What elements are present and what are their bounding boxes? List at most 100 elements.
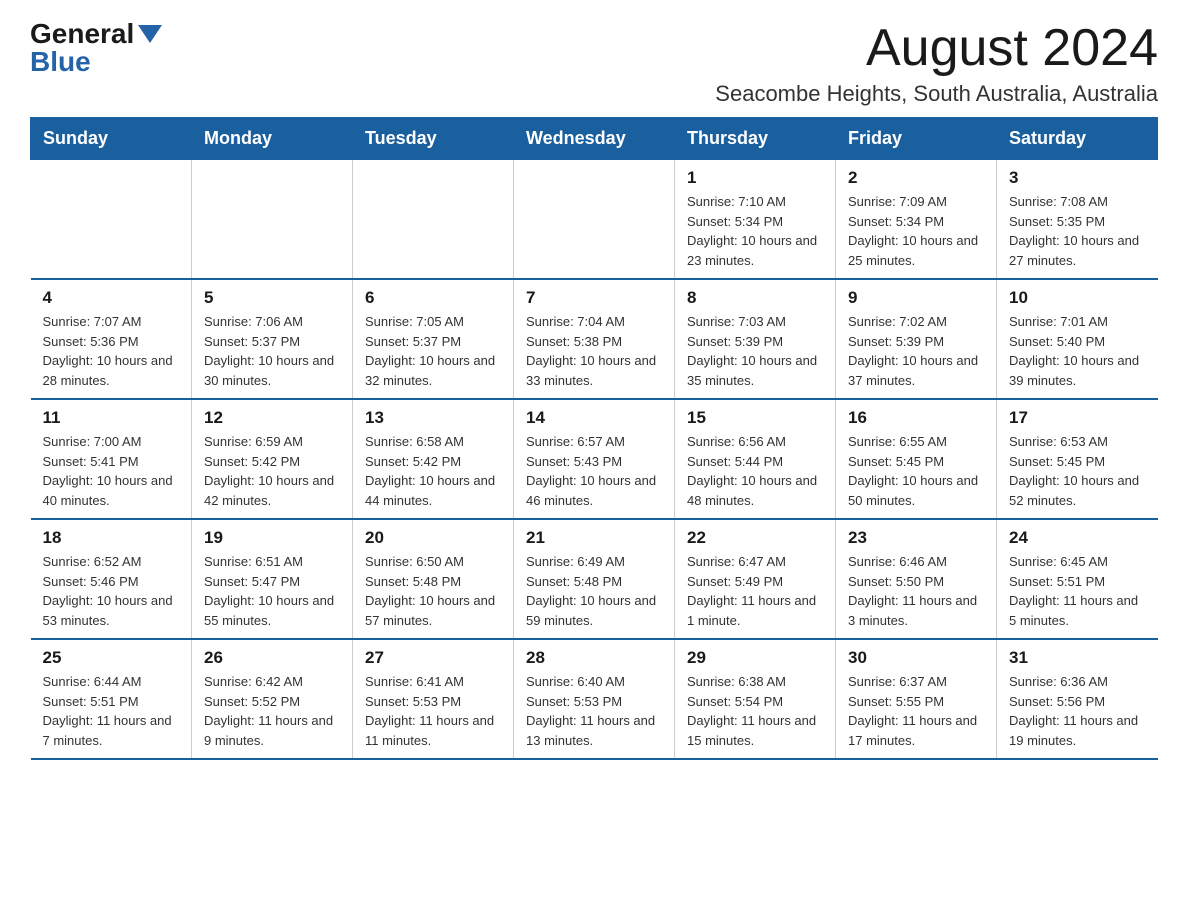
day-info-2: Sunrise: 7:09 AMSunset: 5:34 PMDaylight:… (848, 192, 984, 270)
day-number-25: 25 (43, 648, 180, 668)
day-number-18: 18 (43, 528, 180, 548)
header-wednesday: Wednesday (514, 118, 675, 160)
calendar-cell-w1-d1 (31, 160, 192, 280)
calendar-cell-w3-d4: 14 Sunrise: 6:57 AMSunset: 5:43 PMDayligh… (514, 399, 675, 519)
day-number-12: 12 (204, 408, 340, 428)
day-number-15: 15 (687, 408, 823, 428)
day-number-9: 9 (848, 288, 984, 308)
calendar-cell-w2-d1: 4Sunrise: 7:07 AMSunset: 5:36 PMDaylight… (31, 279, 192, 399)
day-info-16: Sunrise: 6:55 AMSunset: 5:45 PMDaylight:… (848, 432, 984, 510)
header-friday: Friday (836, 118, 997, 160)
calendar-cell-w4-d3: 20Sunrise: 6:50 AMSunset: 5:48 PMDayligh… (353, 519, 514, 639)
day-info-28: Sunrise: 6:40 AMSunset: 5:53 PMDaylight:… (526, 672, 662, 750)
day-number-14: 14 (526, 408, 662, 428)
week-row-3: 11 Sunrise: 7:00 AMSunset: 5:41 PMDayligh… (31, 399, 1158, 519)
days-of-week-row: SundayMondayTuesdayWednesdayThursdayFrid… (31, 118, 1158, 160)
day-info-10: Sunrise: 7:01 AMSunset: 5:40 PMDaylight:… (1009, 312, 1146, 390)
logo-triangle-icon (138, 25, 162, 43)
calendar-cell-w1-d2 (192, 160, 353, 280)
day-number-27: 27 (365, 648, 501, 668)
week-row-4: 18 Sunrise: 6:52 AMSunset: 5:46 PMDayligh… (31, 519, 1158, 639)
week-row-2: 4Sunrise: 7:07 AMSunset: 5:36 PMDaylight… (31, 279, 1158, 399)
day-info-9: Sunrise: 7:02 AMSunset: 5:39 PMDaylight:… (848, 312, 984, 390)
calendar-table: SundayMondayTuesdayWednesdayThursdayFrid… (30, 117, 1158, 760)
day-info-17: Sunrise: 6:53 AMSunset: 5:45 PMDaylight:… (1009, 432, 1146, 510)
day-info-30: Sunrise: 6:37 AMSunset: 5:55 PMDaylight:… (848, 672, 984, 750)
calendar-cell-w4-d2: 19 Sunrise: 6:51 AMSunset: 5:47 PMDayligh… (192, 519, 353, 639)
day-number-11: 11 (43, 408, 180, 428)
day-number-22: 22 (687, 528, 823, 548)
title-area: August 2024 Seacombe Heights, South Aust… (715, 20, 1158, 107)
day-number-13: 13 (365, 408, 501, 428)
calendar-cell-w5-d6: 30 Sunrise: 6:37 AMSunset: 5:55 PMDayligh… (836, 639, 997, 759)
header-tuesday: Tuesday (353, 118, 514, 160)
day-info-14: Sunrise: 6:57 AMSunset: 5:43 PMDaylight:… (526, 432, 662, 510)
day-info-24: Sunrise: 6:45 AMSunset: 5:51 PMDaylight:… (1009, 552, 1146, 630)
week-row-5: 25Sunrise: 6:44 AMSunset: 5:51 PMDayligh… (31, 639, 1158, 759)
day-info-21: Sunrise: 6:49 AMSunset: 5:48 PMDaylight:… (526, 552, 662, 630)
calendar-cell-w3-d7: 17 Sunrise: 6:53 AMSunset: 5:45 PMDayligh… (997, 399, 1158, 519)
calendar-cell-w2-d3: 6 Sunrise: 7:05 AMSunset: 5:37 PMDaylight… (353, 279, 514, 399)
header-monday: Monday (192, 118, 353, 160)
calendar-cell-w2-d7: 10 Sunrise: 7:01 AMSunset: 5:40 PMDayligh… (997, 279, 1158, 399)
day-info-27: Sunrise: 6:41 AMSunset: 5:53 PMDaylight:… (365, 672, 501, 750)
day-info-18: Sunrise: 6:52 AMSunset: 5:46 PMDaylight:… (43, 552, 180, 630)
calendar-cell-w5-d5: 29 Sunrise: 6:38 AMSunset: 5:54 PMDayligh… (675, 639, 836, 759)
day-info-7: Sunrise: 7:04 AMSunset: 5:38 PMDaylight:… (526, 312, 662, 390)
week-row-1: 1 Sunrise: 7:10 AMSunset: 5:34 PMDaylight… (31, 160, 1158, 280)
calendar-cell-w3-d3: 13Sunrise: 6:58 AMSunset: 5:42 PMDayligh… (353, 399, 514, 519)
day-number-28: 28 (526, 648, 662, 668)
calendar-cell-w4-d6: 23 Sunrise: 6:46 AMSunset: 5:50 PMDayligh… (836, 519, 997, 639)
header: General Blue August 2024 Seacombe Height… (30, 20, 1158, 107)
day-number-29: 29 (687, 648, 823, 668)
day-info-8: Sunrise: 7:03 AMSunset: 5:39 PMDaylight:… (687, 312, 823, 390)
day-number-26: 26 (204, 648, 340, 668)
month-title: August 2024 (715, 20, 1158, 77)
logo-general-text: General (30, 20, 134, 48)
day-number-23: 23 (848, 528, 984, 548)
day-number-6: 6 (365, 288, 501, 308)
day-number-2: 2 (848, 168, 984, 188)
day-number-7: 7 (526, 288, 662, 308)
calendar-cell-w5-d1: 25Sunrise: 6:44 AMSunset: 5:51 PMDayligh… (31, 639, 192, 759)
calendar-header: SundayMondayTuesdayWednesdayThursdayFrid… (31, 118, 1158, 160)
calendar-cell-w2-d6: 9 Sunrise: 7:02 AMSunset: 5:39 PMDaylight… (836, 279, 997, 399)
calendar-cell-w2-d4: 7 Sunrise: 7:04 AMSunset: 5:38 PMDaylight… (514, 279, 675, 399)
day-info-29: Sunrise: 6:38 AMSunset: 5:54 PMDaylight:… (687, 672, 823, 750)
calendar-cell-w1-d5: 1 Sunrise: 7:10 AMSunset: 5:34 PMDaylight… (675, 160, 836, 280)
day-info-1: Sunrise: 7:10 AMSunset: 5:34 PMDaylight:… (687, 192, 823, 270)
logo-blue-text: Blue (30, 48, 91, 76)
calendar-cell-w5-d2: 26 Sunrise: 6:42 AMSunset: 5:52 PMDayligh… (192, 639, 353, 759)
calendar-cell-w1-d4 (514, 160, 675, 280)
day-info-15: Sunrise: 6:56 AMSunset: 5:44 PMDaylight:… (687, 432, 823, 510)
day-info-26: Sunrise: 6:42 AMSunset: 5:52 PMDaylight:… (204, 672, 340, 750)
header-thursday: Thursday (675, 118, 836, 160)
calendar-cell-w4-d7: 24 Sunrise: 6:45 AMSunset: 5:51 PMDayligh… (997, 519, 1158, 639)
day-number-10: 10 (1009, 288, 1146, 308)
day-number-1: 1 (687, 168, 823, 188)
day-number-8: 8 (687, 288, 823, 308)
header-saturday: Saturday (997, 118, 1158, 160)
calendar-cell-w1-d3 (353, 160, 514, 280)
day-info-11: Sunrise: 7:00 AMSunset: 5:41 PMDaylight:… (43, 432, 180, 510)
day-number-21: 21 (526, 528, 662, 548)
day-number-16: 16 (848, 408, 984, 428)
day-number-5: 5 (204, 288, 340, 308)
calendar-cell-w1-d7: 3Sunrise: 7:08 AMSunset: 5:35 PMDaylight… (997, 160, 1158, 280)
calendar-cell-w5-d4: 28 Sunrise: 6:40 AMSunset: 5:53 PMDayligh… (514, 639, 675, 759)
day-info-23: Sunrise: 6:46 AMSunset: 5:50 PMDaylight:… (848, 552, 984, 630)
day-number-19: 19 (204, 528, 340, 548)
calendar-cell-w5-d3: 27 Sunrise: 6:41 AMSunset: 5:53 PMDayligh… (353, 639, 514, 759)
day-number-17: 17 (1009, 408, 1146, 428)
calendar-cell-w1-d6: 2 Sunrise: 7:09 AMSunset: 5:34 PMDaylight… (836, 160, 997, 280)
day-info-19: Sunrise: 6:51 AMSunset: 5:47 PMDaylight:… (204, 552, 340, 630)
location-subtitle: Seacombe Heights, South Australia, Austr… (715, 81, 1158, 107)
day-info-31: Sunrise: 6:36 AMSunset: 5:56 PMDaylight:… (1009, 672, 1146, 750)
calendar-cell-w4-d5: 22Sunrise: 6:47 AMSunset: 5:49 PMDayligh… (675, 519, 836, 639)
day-number-30: 30 (848, 648, 984, 668)
day-info-5: Sunrise: 7:06 AMSunset: 5:37 PMDaylight:… (204, 312, 340, 390)
day-number-24: 24 (1009, 528, 1146, 548)
day-info-6: Sunrise: 7:05 AMSunset: 5:37 PMDaylight:… (365, 312, 501, 390)
day-info-20: Sunrise: 6:50 AMSunset: 5:48 PMDaylight:… (365, 552, 501, 630)
calendar-cell-w4-d4: 21 Sunrise: 6:49 AMSunset: 5:48 PMDayligh… (514, 519, 675, 639)
